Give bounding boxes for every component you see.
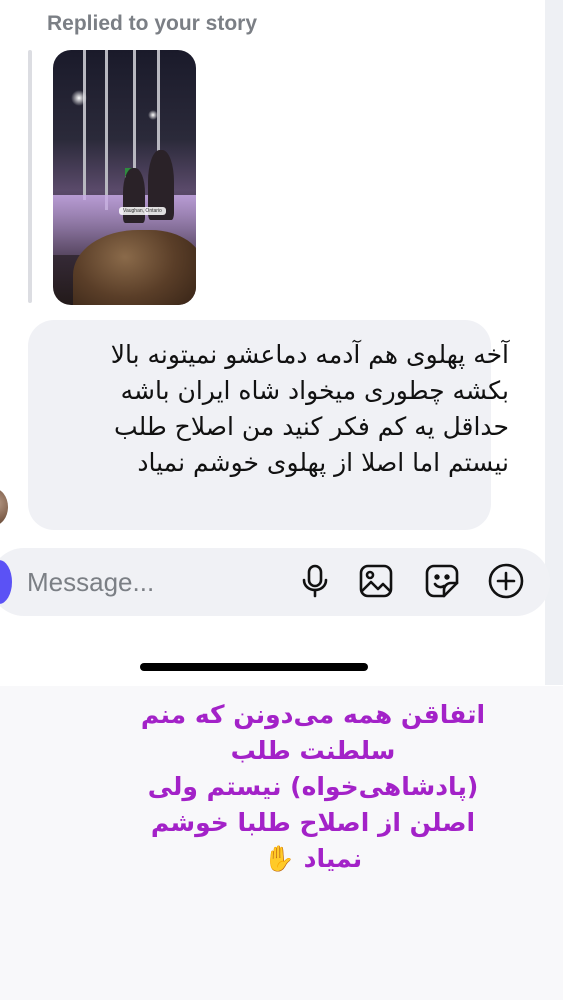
replied-to-story-label: Replied to your story (47, 12, 258, 35)
street-light (148, 110, 158, 120)
story-thumbnail[interactable]: Vaughan, Ontario (53, 50, 196, 305)
home-indicator (140, 663, 368, 671)
caption-text: اتفاقن همه می‌دونن که منم سلطنت طلب (پاد… (140, 700, 486, 873)
flag-pole (105, 50, 108, 210)
message-text: آخه پهلوی هم آدمه دماعشو نمیتونه بالا بک… (110, 340, 509, 477)
sticker-icon[interactable] (423, 562, 461, 600)
flag-pole (83, 50, 86, 200)
plus-circle-icon[interactable] (487, 562, 525, 600)
location-sticker: Vaughan, Ontario (119, 207, 166, 215)
message-input[interactable] (27, 563, 267, 601)
microphone-icon[interactable] (296, 562, 334, 600)
avatar[interactable] (0, 488, 8, 526)
flag-pole (133, 50, 136, 170)
image-gallery-icon[interactable] (357, 562, 395, 600)
reply-indicator-line (28, 50, 32, 303)
street-light (71, 90, 87, 106)
